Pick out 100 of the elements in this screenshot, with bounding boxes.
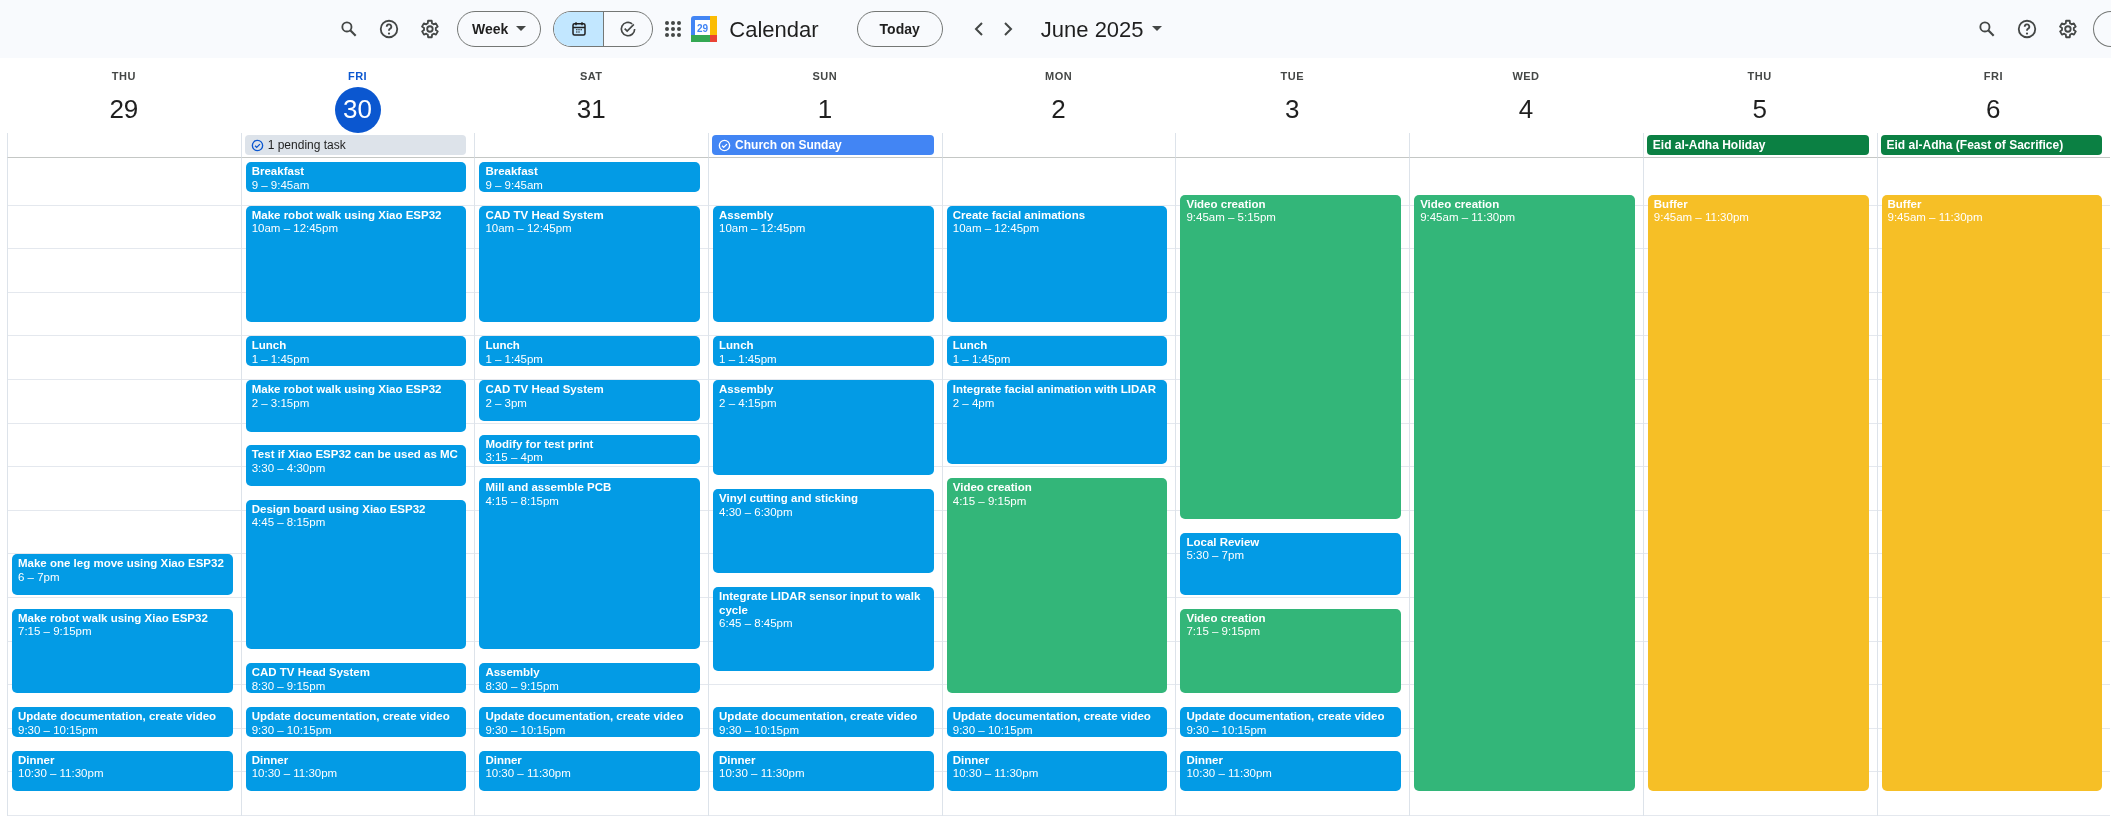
event-block[interactable]: Lunch 1 – 1:45pm [946, 336, 1168, 367]
pending-tasks-chip[interactable]: 1 pending task [244, 135, 467, 155]
event-block[interactable]: Lunch 1 – 1:45pm [479, 336, 701, 367]
event-block[interactable]: Buffer 9:45am – 11:30pm [1647, 194, 1869, 792]
event-block[interactable]: Assembly 10am – 12:45pm [713, 205, 934, 323]
event-block[interactable]: Update documentation, create video 9:30 – 10:15pm [1180, 707, 1402, 737]
date-number[interactable]: 6 [1970, 86, 2017, 133]
event-time: 9:30 – 10:15pm [719, 723, 800, 737]
event-time: 10:30 – 11:30pm [952, 767, 1040, 781]
event-title: CAD TV Head System [485, 383, 605, 397]
event-block[interactable]: Dinner 10:30 – 11:30pm [946, 750, 1168, 792]
event-block[interactable]: Create facial animations 10am – 12:45pm [946, 205, 1168, 323]
event-time: 9:30 – 10:15pm [1186, 723, 1268, 737]
calendar-view-toggle[interactable] [554, 12, 604, 46]
event-block[interactable]: Video creation 4:15 – 9:15pm [946, 478, 1168, 694]
event-time: 3:30 – 4:30pm [251, 461, 327, 476]
event-block[interactable]: Vinyl cutting and sticking 4:30 – 6:30pm [713, 489, 934, 574]
grid-icon [664, 20, 683, 38]
event-block[interactable]: Video creation 9:45am – 11:30pm [1414, 194, 1635, 792]
event-block[interactable]: Integrate facial animation with LIDAR 2 – 4pm [946, 380, 1168, 465]
event-block[interactable]: Make one leg move using Xiao ESP32 6 – 7pm [12, 554, 233, 595]
task-chip[interactable]: Church on Sunday [712, 135, 934, 155]
event-block[interactable]: Test if Xiao ESP32 can be used as MC 3:30 – 4:30pm [245, 445, 467, 486]
event-time: 1 – 1:45pm [952, 352, 1012, 367]
all-day-event[interactable]: Eid al-Adha (Feast of Sacrifice) [1880, 135, 2103, 155]
date-number[interactable]: 5 [1736, 86, 1783, 133]
event-block[interactable]: Update documentation, create video 9:30 – 10:15pm [245, 707, 467, 737]
event-time: 9:45am – 5:15pm [1186, 211, 1277, 225]
event-block[interactable]: Mill and assemble PCB 4:15 – 8:15pm [479, 478, 701, 650]
event-block[interactable]: Make robot walk using Xiao ESP32 7:15 – 9:15pm [12, 608, 233, 694]
event-block[interactable]: Update documentation, create video 9:30 – 10:15pm [946, 707, 1168, 737]
event-time: 4:45 – 8:15pm [251, 516, 327, 530]
event-block[interactable]: Dinner 10:30 – 11:30pm [1180, 750, 1402, 792]
event-block[interactable]: Dinner 10:30 – 11:30pm [12, 750, 233, 792]
event-title: Modify for test print [485, 437, 595, 451]
event-time: 10am – 12:45pm [251, 222, 339, 236]
all-day-event[interactable]: Eid al-Adha Holiday [1646, 135, 1869, 155]
weekday-label: WED [1512, 69, 1540, 84]
event-title: Update documentation, create video [251, 710, 451, 724]
event-block[interactable]: Make robot walk using Xiao ESP32 10am – 12:45pm [245, 205, 467, 323]
event-block[interactable]: Assembly 8:30 – 9:15pm [479, 663, 701, 694]
event-title: Buffer [1887, 197, 1923, 212]
event-title: Update documentation, create video [18, 710, 218, 724]
event-time: 2 – 3:15pm [251, 396, 311, 410]
date-number[interactable]: 29 [100, 86, 147, 133]
event-title: Make robot walk using Xiao ESP32 [251, 208, 443, 223]
event-block[interactable]: Update documentation, create video 9:30 – 10:15pm [713, 707, 934, 737]
event-title: Assembly [485, 666, 541, 680]
event-block[interactable]: CAD TV Head System 8:30 – 9:15pm [245, 663, 467, 694]
date-number[interactable]: 31 [568, 86, 615, 133]
event-title: Dinner [18, 753, 56, 768]
event-block[interactable]: Breakfast 9 – 9:45am [245, 162, 467, 192]
event-title: Video creation [952, 481, 1033, 495]
event-block[interactable]: Lunch 1 – 1:45pm [245, 336, 467, 367]
event-block[interactable]: Dinner 10:30 – 11:30pm [479, 750, 701, 792]
event-time: 10:30 – 11:30pm [719, 767, 806, 781]
date-number[interactable]: 30 [334, 86, 381, 133]
event-block[interactable]: Local Review 5:30 – 7pm [1180, 532, 1402, 595]
event-block[interactable]: Update documentation, create video 9:30 – 10:15pm [12, 707, 233, 737]
event-time: 10am – 12:45pm [485, 222, 573, 236]
event-title: Integrate facial animation with LIDAR [952, 383, 1157, 397]
event-title: Assembly [719, 383, 775, 397]
event-block[interactable]: Assembly 2 – 4:15pm [713, 380, 934, 476]
event-title: Design board using Xiao ESP32 [251, 502, 427, 517]
event-block[interactable]: Breakfast 9 – 9:45am [479, 162, 701, 192]
event-block[interactable]: Integrate LIDAR sensor input to walk cycle 6:45 – 8:45pm [713, 587, 934, 672]
event-block[interactable]: Lunch 1 – 1:45pm [713, 336, 934, 367]
period-dropdown[interactable]: June 2025 [1036, 12, 1166, 46]
event-block[interactable]: Video creation 7:15 – 9:15pm [1180, 608, 1402, 694]
chip-label: Eid al-Adha (Feast of Sacrifice) [1886, 137, 2064, 154]
event-block[interactable]: Dinner 10:30 – 11:30pm [713, 750, 934, 792]
event-block[interactable]: CAD TV Head System 10am – 12:45pm [479, 205, 701, 323]
event-block[interactable]: Modify for test print 3:15 – 4pm [479, 434, 701, 465]
event-block[interactable]: CAD TV Head System 2 – 3pm [479, 380, 701, 421]
date-number[interactable]: 4 [1502, 86, 1549, 133]
event-block[interactable]: Dinner 10:30 – 11:30pm [245, 750, 467, 792]
date-number[interactable]: 3 [1269, 86, 1316, 133]
calendar-icon [569, 20, 588, 38]
event-title: Update documentation, create video [485, 710, 685, 724]
event-block[interactable]: Video creation 9:45am – 5:15pm [1180, 194, 1402, 519]
event-time: 4:30 – 6:30pm [719, 505, 794, 519]
date-number[interactable]: 1 [801, 86, 848, 133]
event-title: Update documentation, create video [1186, 710, 1386, 724]
chip-label: Eid al-Adha Holiday [1652, 137, 1766, 154]
event-title: Create facial animations [952, 208, 1087, 223]
calendar-logo: 29 [691, 16, 718, 42]
event-time: 5:30 – 7pm [1186, 549, 1245, 563]
date-number[interactable]: 2 [1035, 86, 1082, 133]
settings-icon [2056, 18, 2078, 40]
event-title: Integrate LIDAR sensor input to walk cycle [719, 590, 922, 618]
event-block[interactable]: Make robot walk using Xiao ESP32 2 – 3:15pm [245, 380, 467, 432]
event-block[interactable]: Design board using Xiao ESP32 4:45 – 8:15pm [245, 499, 467, 650]
event-title: Update documentation, create video [952, 710, 1152, 724]
weekday-label: FRI [1983, 69, 2003, 84]
search-icon [1977, 19, 1997, 39]
search-icon [339, 19, 359, 39]
event-title: Dinner [719, 753, 757, 768]
event-block[interactable]: Update documentation, create video 9:30 – 10:15pm [479, 707, 701, 737]
event-block[interactable]: Buffer 9:45am – 11:30pm [1881, 194, 2103, 792]
event-time: 4:15 – 9:15pm [952, 494, 1028, 509]
